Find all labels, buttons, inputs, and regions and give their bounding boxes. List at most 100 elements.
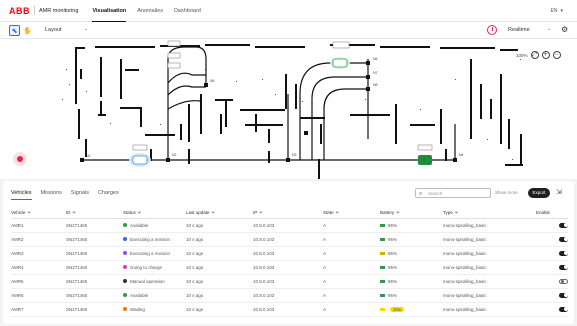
language-selector[interactable]: EN ▾ bbox=[551, 8, 563, 14]
enable-toggle[interactable] bbox=[559, 250, 568, 256]
cell-vehicle: AMR1 bbox=[11, 218, 66, 233]
cell-vehicle: AMR6 bbox=[11, 288, 66, 303]
table-row[interactable]: AMR3 SN271460 Executing a mission 10 s a… bbox=[11, 246, 568, 261]
cell-last-update: 10 s ago bbox=[186, 232, 253, 247]
status-text: Executing a mission bbox=[130, 250, 171, 256]
column-header[interactable]: IP ⏷ bbox=[253, 208, 323, 219]
status-dot-icon bbox=[123, 279, 127, 284]
battery-value: 95% bbox=[388, 264, 398, 270]
timer-icon[interactable] bbox=[487, 25, 497, 35]
panel-tabs: Vehicles Missions Signals Charges bbox=[11, 190, 119, 200]
cell-ip: 10.8.0.103 bbox=[253, 288, 323, 303]
column-header[interactable]: Type ⏷ bbox=[443, 208, 536, 219]
enable-toggle[interactable] bbox=[559, 278, 568, 284]
chevron-down-icon: ▾ bbox=[560, 7, 563, 14]
cell-enable bbox=[536, 302, 568, 317]
filter-icon: ⏷ bbox=[259, 210, 263, 216]
cell-battery: 95% bbox=[380, 232, 443, 247]
header-divider bbox=[34, 6, 35, 15]
cell-status: Available bbox=[123, 218, 186, 233]
map-canvas[interactable]: N1 N2 N3 N4 N5 N6 N7 N8 N9 N10 N11 N12 bbox=[0, 39, 577, 179]
chevron-down-icon: ⌄ bbox=[84, 26, 89, 32]
cell-status: Executing a mission bbox=[123, 246, 186, 261]
layout-select[interactable]: Layout bbox=[45, 27, 62, 33]
cell-ip: 10.8.0.103 bbox=[253, 232, 323, 247]
cell-last-update: 10 s ago bbox=[186, 218, 253, 233]
tab-dashboard[interactable]: Dashboard bbox=[174, 0, 201, 22]
cell-vehicle: AMR7 bbox=[11, 302, 66, 317]
tab-missions[interactable]: Missions bbox=[41, 190, 62, 200]
vehicle-marker-amr3[interactable] bbox=[418, 155, 432, 165]
map-vehicles bbox=[129, 57, 432, 167]
map-node-label: N3 bbox=[292, 153, 297, 157]
cell-last-update: 10 s ago bbox=[186, 260, 253, 275]
cell-enable bbox=[536, 260, 568, 275]
map-routes bbox=[82, 46, 456, 161]
column-header[interactable]: Battery ⏷ bbox=[380, 208, 443, 219]
charger-marker[interactable] bbox=[13, 152, 27, 166]
battery-icon bbox=[380, 279, 385, 283]
column-header[interactable]: Status ⏷ bbox=[123, 208, 186, 219]
tab-signals[interactable]: Signals bbox=[71, 190, 89, 200]
status-dot-icon bbox=[123, 307, 127, 312]
search-placeholder: Search bbox=[428, 191, 443, 196]
pan-tool-icon[interactable]: ✋ bbox=[22, 25, 33, 36]
table-row[interactable]: AMR6 SN271460 Available 10 s ago 10.8.0.… bbox=[11, 288, 568, 303]
tab-charges[interactable]: Charges bbox=[98, 190, 119, 200]
zoom-controls: 100% ⤢ + − bbox=[516, 51, 561, 59]
search-input[interactable]: ⌕ Search bbox=[415, 188, 491, 198]
status-text: Executing a mission bbox=[130, 236, 171, 242]
expand-icon[interactable]: ⇲ bbox=[556, 188, 562, 196]
map-node-label: N5 bbox=[210, 79, 215, 83]
map-node-label: N8 bbox=[373, 83, 378, 87]
cell-status: Available bbox=[123, 288, 186, 303]
battery-icon bbox=[380, 251, 385, 255]
export-button[interactable]: Export bbox=[528, 188, 550, 198]
battery-icon bbox=[380, 265, 385, 269]
table-body: AMR1 SN271460 Available 10 s ago 10.8.0.… bbox=[11, 218, 568, 317]
tab-vehicles[interactable]: Vehicles bbox=[11, 190, 32, 200]
battery-icon bbox=[380, 223, 385, 227]
cell-type: mono-spiralling_basic bbox=[443, 218, 536, 233]
facility-map[interactable]: N1 N2 N3 N4 N5 N6 N7 N8 N9 N10 N11 N12 bbox=[0, 39, 577, 179]
cell-vehicle: AMR2 bbox=[11, 232, 66, 247]
battery-icon bbox=[380, 237, 385, 241]
column-header: Enable bbox=[536, 208, 568, 219]
filter-icon: ⏷ bbox=[27, 210, 32, 216]
enable-toggle[interactable] bbox=[559, 236, 568, 242]
cell-state: A bbox=[323, 218, 380, 233]
zoom-fit-icon[interactable]: ⤢ bbox=[530, 51, 539, 59]
table-row[interactable]: AMR5 SN271460 Manual operation 10 s ago … bbox=[11, 274, 568, 289]
column-header[interactable]: Vehicle ⏷ bbox=[11, 208, 66, 219]
tab-visualisation[interactable]: Visualisation bbox=[92, 0, 127, 22]
gear-icon[interactable]: ⚙ bbox=[561, 25, 568, 34]
enable-toggle[interactable] bbox=[559, 222, 568, 228]
enable-toggle[interactable] bbox=[559, 292, 568, 298]
column-header[interactable]: ID ⏷ bbox=[66, 208, 123, 219]
table-row[interactable]: AMR7 SN271460 Waiting 10 s ago 10.8.0.10… bbox=[11, 302, 568, 317]
cell-battery: 20% bbox=[380, 302, 443, 317]
table-row[interactable]: AMR4 SN271460 Going to charge 10 s ago 1… bbox=[11, 260, 568, 275]
tab-anomalies[interactable]: Anomalies bbox=[137, 0, 163, 22]
zoom-in-icon[interactable]: + bbox=[541, 51, 550, 59]
cell-last-update: 10 s ago bbox=[186, 302, 253, 317]
vehicles-table: Vehicle ⏷ ID ⏷ Status ⏷ Last update ⏷ IP ⏷ St… bbox=[11, 208, 568, 317]
cell-last-update: 10 s ago bbox=[186, 246, 253, 261]
enable-toggle[interactable] bbox=[559, 264, 568, 270]
filter-icon: ⏷ bbox=[396, 210, 400, 216]
show-more-button[interactable]: Show more bbox=[495, 190, 518, 195]
table-row[interactable]: AMR2 SN271460 Executing a mission 10 s a… bbox=[11, 232, 568, 247]
cell-enable bbox=[536, 246, 568, 261]
select-tool-icon[interactable]: ⬉ bbox=[9, 25, 20, 36]
column-header[interactable]: State ⏷ bbox=[323, 208, 380, 219]
cell-id: SN271460 bbox=[66, 302, 123, 317]
battery-value: 95% bbox=[388, 292, 398, 298]
filter-icon: ⏷ bbox=[335, 210, 340, 216]
column-header[interactable]: Last update ⏷ bbox=[186, 208, 253, 219]
enable-toggle[interactable] bbox=[559, 306, 568, 312]
cell-enable bbox=[536, 274, 568, 289]
battery-value: 95% bbox=[388, 222, 398, 228]
cell-enable bbox=[536, 288, 568, 303]
zoom-out-icon[interactable]: − bbox=[552, 51, 561, 59]
table-row[interactable]: AMR1 SN271460 Available 10 s ago 10.8.0.… bbox=[11, 218, 568, 233]
